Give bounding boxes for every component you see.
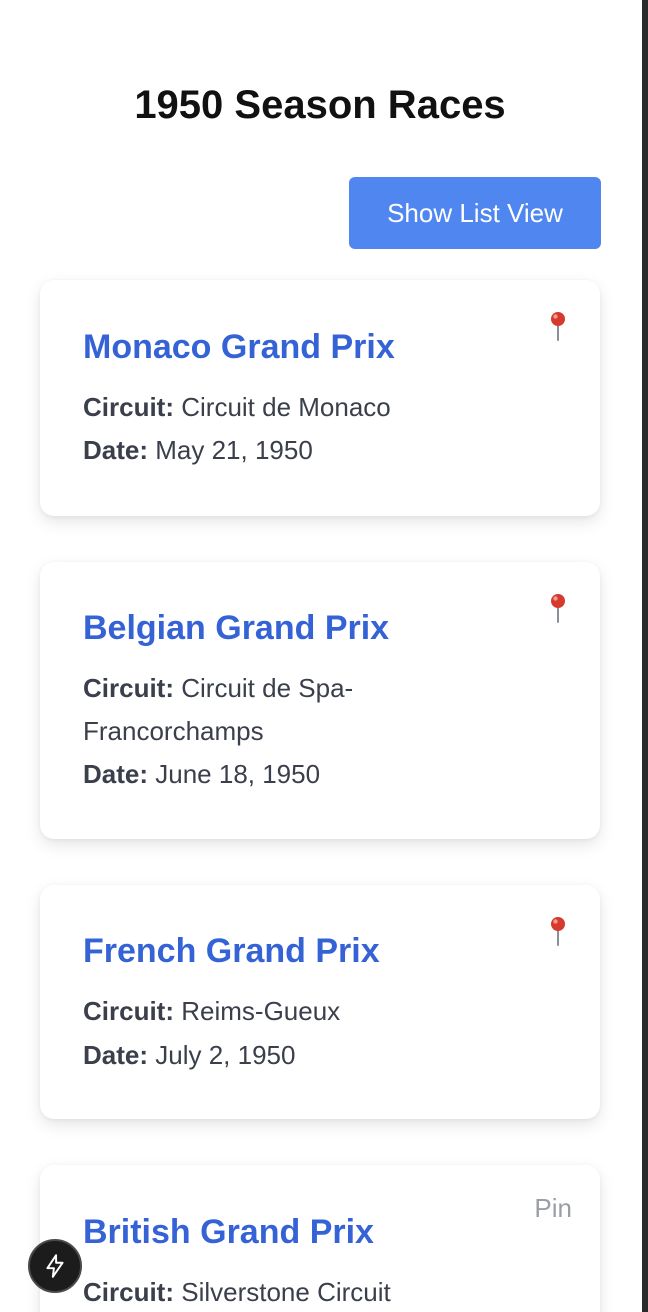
date-label: Date: <box>83 435 149 465</box>
date-value: May 21, 1950 <box>155 435 313 465</box>
race-title[interactable]: Monaco Grand Prix <box>83 326 395 368</box>
window-edge <box>642 0 648 1312</box>
race-card: French Grand Prix Circuit: Reims-Gueux D… <box>40 885 600 1119</box>
date-value: June 18, 1950 <box>155 759 321 789</box>
date-label: Date: <box>83 759 149 789</box>
race-circuit-continued: Francorchamps <box>83 716 264 746</box>
race-card: Belgian Grand Prix Circuit: Circuit de S… <box>40 562 600 839</box>
pin-icon[interactable] <box>546 592 570 624</box>
circuit-value: Silverstone Circuit <box>181 1277 391 1307</box>
circuit-value: Circuit de Spa- <box>181 673 354 703</box>
race-card: Monaco Grand Prix Circuit: Circuit de Mo… <box>40 280 600 516</box>
race-title[interactable]: Belgian Grand Prix <box>83 607 389 649</box>
race-card: British Grand Prix Circuit: Silverstone … <box>40 1165 600 1312</box>
pin-icon[interactable] <box>546 310 570 342</box>
circuit-label: Circuit: <box>83 996 174 1026</box>
pin-button[interactable]: Pin <box>534 1193 572 1224</box>
show-list-view-button[interactable]: Show List View <box>349 177 601 249</box>
circuit-label: Circuit: <box>83 673 174 703</box>
race-title[interactable]: British Grand Prix <box>83 1211 374 1253</box>
race-date: Date: May 21, 1950 <box>83 429 483 472</box>
circuit-value: Circuit de Monaco <box>181 392 391 422</box>
race-circuit: Circuit: Silverstone Circuit <box>83 1271 483 1312</box>
pin-icon[interactable] <box>546 915 570 947</box>
circuit-value: Reims-Gueux <box>181 996 341 1026</box>
date-label: Date: <box>83 1040 149 1070</box>
app-page: 1950 Season Races Show List View Monaco … <box>0 0 648 1312</box>
lightning-bolt-icon <box>46 1254 64 1278</box>
race-date: Date: June 18, 1950 <box>83 753 483 796</box>
dev-tools-button[interactable] <box>28 1239 82 1293</box>
circuit-label: Circuit: <box>83 1277 174 1307</box>
race-circuit: Circuit: Circuit de Spa- <box>83 667 483 710</box>
race-circuit: Circuit: Circuit de Monaco <box>83 386 483 429</box>
race-date: Date: July 2, 1950 <box>83 1034 483 1077</box>
race-title[interactable]: French Grand Prix <box>83 930 380 972</box>
date-value: July 2, 1950 <box>155 1040 296 1070</box>
page-title: 1950 Season Races <box>134 83 506 127</box>
race-circuit: Circuit: Reims-Gueux <box>83 990 483 1033</box>
circuit-label: Circuit: <box>83 392 174 422</box>
